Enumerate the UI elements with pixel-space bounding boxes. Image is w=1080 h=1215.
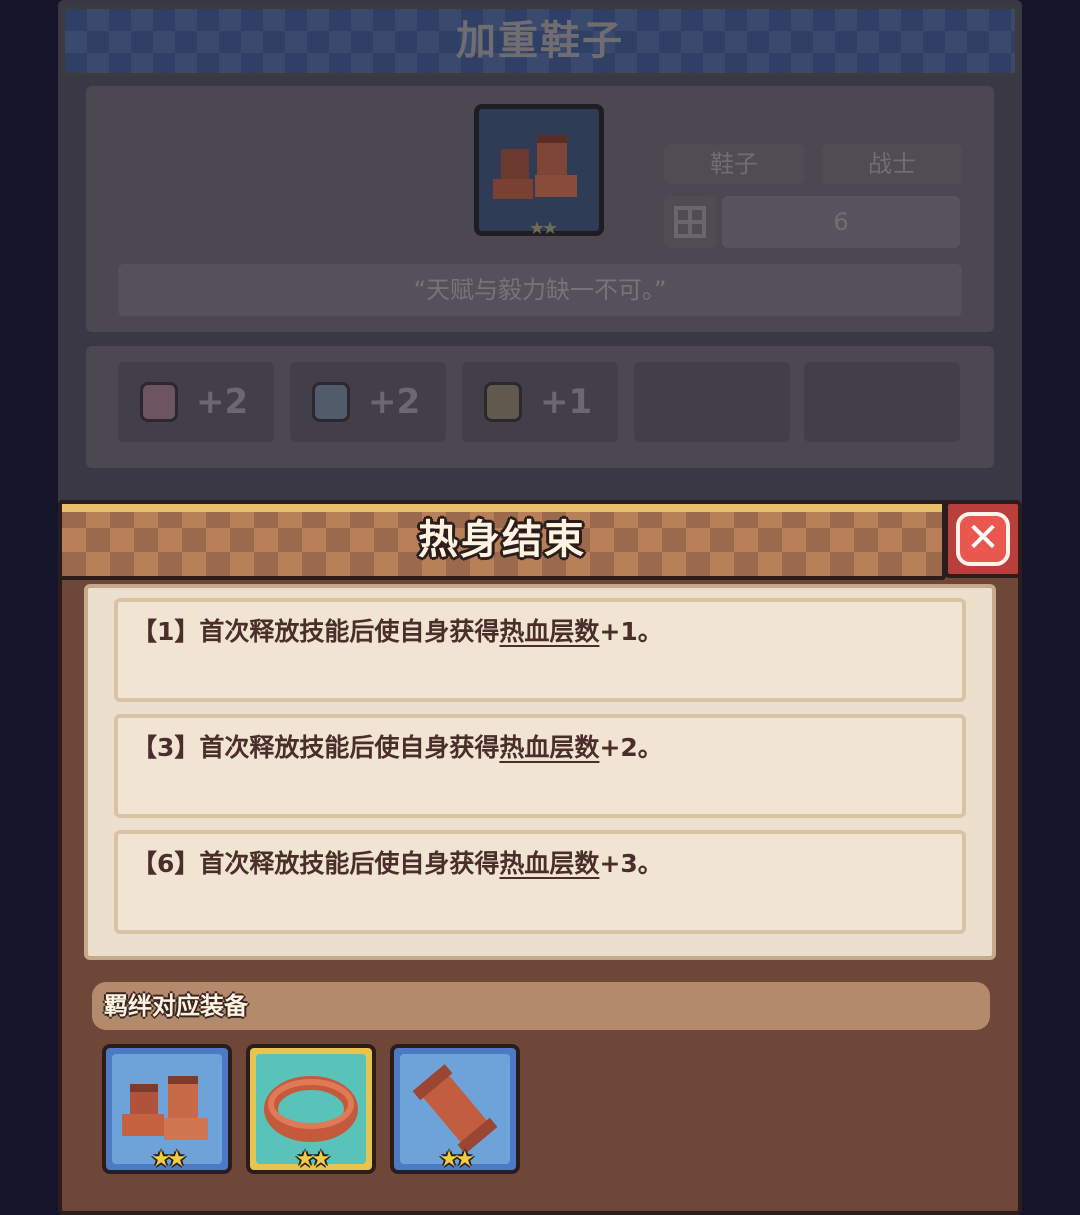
class-tag: 战士 [822,144,962,184]
equipment-slot-belt[interactable]: ★★ [246,1044,376,1174]
bond-effect-row: 【3】首次释放技能后使自身获得热血层数+2。 [114,714,966,818]
bond-effect-row: 【1】首次释放技能后使自身获得热血层数+1。 [114,598,966,702]
boots-icon [493,135,577,199]
equipment-label: 羁绊对应装备 [104,992,248,1020]
bond-effect-text: 【3】首次释放技能后使自身获得热血层数+2。 [132,733,663,762]
item-title: 加重鞋子 [456,18,624,64]
keyword-link[interactable]: 热血层数 [499,849,599,878]
stat-slot-empty [804,362,960,442]
star-rating: ★★ [295,1147,330,1172]
stat-slot-2: +2 [290,362,446,442]
bond-effect-text: 【1】首次释放技能后使自身获得热血层数+1。 [132,617,663,646]
star-rating: ★★ [439,1147,474,1172]
stat-slot-1: +2 [118,362,274,442]
bond-effect-text: 【6】首次释放技能后使自身获得热血层数+3。 [132,849,663,878]
pink-shield-icon [140,382,178,422]
keyword-link[interactable]: 热血层数 [499,617,599,646]
stat-value: +1 [540,382,593,422]
grid-icon [664,196,716,248]
stat-slot-3: +1 [462,362,618,442]
star-rating: ★★ [151,1147,186,1172]
equipment-slot-boots[interactable]: ★★ [102,1044,232,1174]
book-icon [312,382,350,422]
badge-icon [484,382,522,422]
stat-slot-empty [634,362,790,442]
close-button[interactable]: ✕ [944,500,1022,578]
slot-tag: 鞋子 [664,144,804,184]
popup-title: 热身结束 [418,517,586,563]
close-icon: ✕ [956,512,1010,566]
stat-value: +2 [368,382,421,422]
bond-count-value: 6 [722,196,960,248]
item-star-rating: ★★ [528,218,558,239]
item-quote: “天赋与毅力缺一不可。” [118,264,962,316]
keyword-link[interactable]: 热血层数 [499,733,599,762]
item-icon-frame [474,104,604,236]
equipment-slot-bracer[interactable]: ★★ [390,1044,520,1174]
stat-value: +2 [196,382,249,422]
bond-effect-row: 【6】首次释放技能后使自身获得热血层数+3。 [114,830,966,934]
